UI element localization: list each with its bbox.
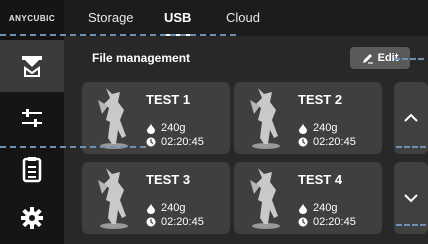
sidebar-item-settings-tune[interactable] [0,92,64,144]
tab-usb[interactable]: USB [164,0,191,36]
file-weight-value: 240g [313,202,338,214]
chevron-up-icon [404,113,418,122]
clock-icon [298,137,308,147]
file-weight-value: 240g [161,202,186,214]
drop-icon [147,122,155,134]
file-time-value: 02:20:45 [313,216,356,228]
annotation-line [0,146,146,148]
file-card[interactable]: TEST 3 240g 02:20:45 [82,162,230,234]
drop-icon [299,202,307,214]
gear-icon [21,207,43,229]
annotation-line [396,146,426,148]
main-panel: Storage USB Cloud File management Edit T… [64,0,428,244]
section-title: File management [92,51,191,65]
file-time: 02:20:45 [298,216,356,228]
clock-icon [146,217,156,227]
brand-logo: ANYCUBIC [8,13,56,23]
file-name: TEST 1 [146,92,191,107]
tab-bar: Storage USB Cloud [64,0,428,36]
file-card[interactable]: TEST 2 240g 02:20:45 [234,82,382,154]
tab-storage[interactable]: Storage [88,0,134,36]
file-weight-value: 240g [161,122,186,134]
file-time-value: 02:20:45 [313,136,356,148]
annotation-line [396,224,426,226]
annotation-line [0,34,236,36]
file-name: TEST 4 [298,172,343,187]
annotation-line [394,58,424,60]
file-name: TEST 2 [298,92,343,107]
file-weight-value: 240g [313,122,338,134]
file-list-icon [22,157,42,183]
scroll-up-button[interactable] [394,82,428,154]
model-thumbnail [98,168,128,229]
model-thumbnail [250,168,280,229]
file-weight: 240g [298,202,337,214]
file-time: 02:20:45 [146,136,204,148]
sidebar-item-files[interactable] [0,144,64,196]
file-time: 02:20:45 [146,216,204,228]
drop-icon [299,122,307,134]
file-time-value: 02:20:45 [161,216,204,228]
sidebar: ANYCUBIC [0,0,64,244]
drop-icon [147,202,155,214]
sidebar-item-system[interactable] [0,192,64,244]
model-thumbnail [98,88,128,149]
file-time-value: 02:20:45 [161,136,204,148]
file-time: 02:20:45 [298,136,356,148]
printer-icon [22,56,42,77]
model-thumbnail [250,88,280,149]
file-name: TEST 3 [146,172,191,187]
chevron-down-icon [404,194,418,203]
file-weight: 240g [146,202,185,214]
sidebar-item-print[interactable] [0,40,64,92]
file-weight: 240g [298,122,337,134]
file-weight: 240g [146,122,185,134]
file-card[interactable]: TEST 4 240g 02:20:45 [234,162,382,234]
pencil-icon [362,54,373,64]
clock-icon [146,137,156,147]
tab-cloud[interactable]: Cloud [226,0,260,36]
clock-icon [298,217,308,227]
sliders-icon [22,109,42,127]
file-card[interactable]: TEST 1 240g 02:20:45 [82,82,230,154]
